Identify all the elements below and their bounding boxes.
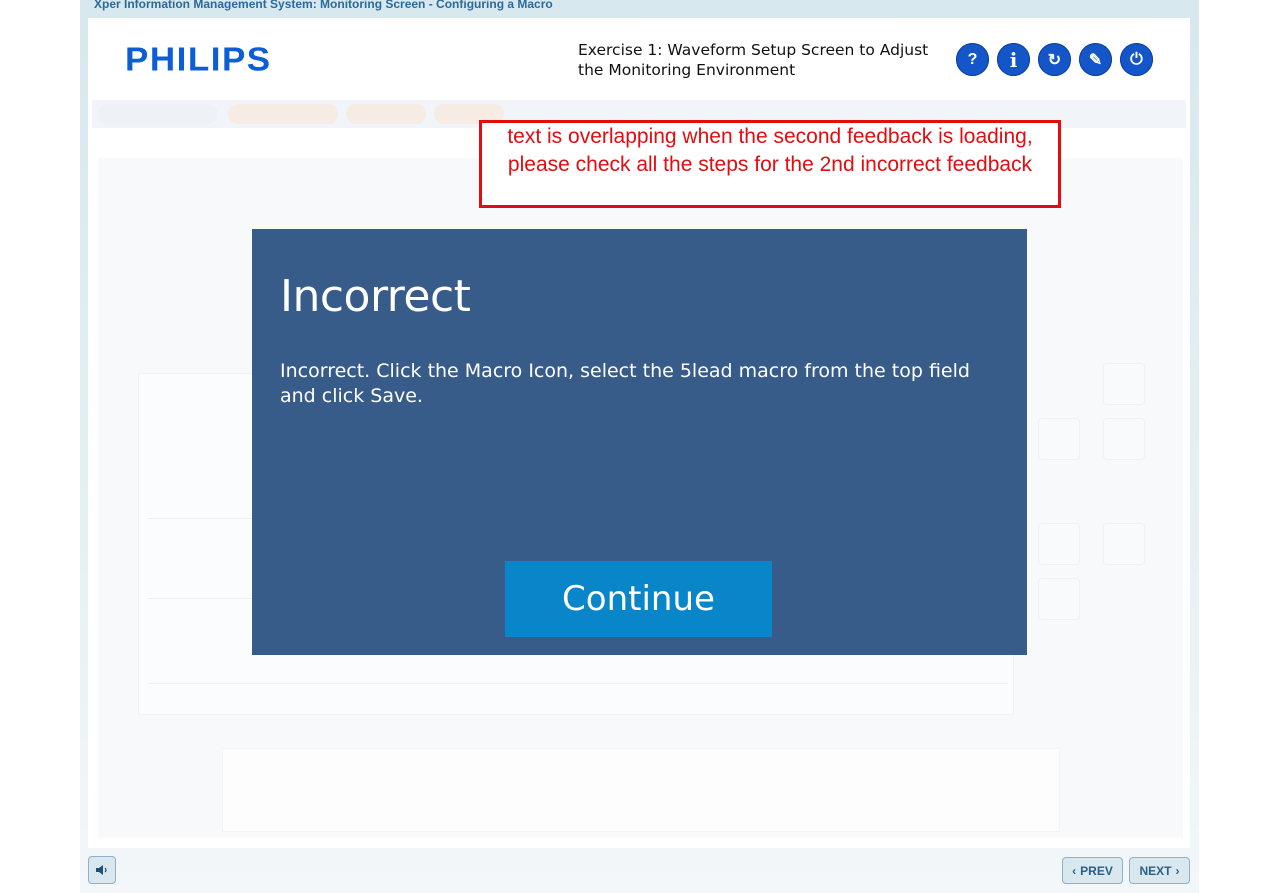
background-line	[148, 683, 1008, 684]
background-icon	[1038, 523, 1080, 565]
background-tab	[98, 104, 218, 124]
prev-button[interactable]: ‹ PREV	[1062, 857, 1123, 884]
exit-button[interactable]: ⏻	[1120, 43, 1153, 76]
pen-icon: ✎	[1088, 51, 1103, 69]
next-label: NEXT	[1139, 863, 1172, 878]
chevron-right-icon: ›	[1175, 863, 1180, 878]
chevron-left-icon: ‹	[1072, 863, 1077, 878]
window-title: Xper Information Management System: Moni…	[94, 0, 553, 11]
replay-button[interactable]: ↻	[1038, 43, 1071, 76]
dialog-title: Incorrect	[280, 271, 471, 322]
background-tab	[346, 104, 426, 124]
review-annotation: text is overlapping when the second feed…	[479, 120, 1061, 208]
background-icon	[1038, 418, 1080, 460]
background-tab	[228, 104, 338, 124]
help-icon: ?	[967, 50, 978, 68]
next-button[interactable]: NEXT ›	[1129, 857, 1190, 884]
background-icon	[1103, 418, 1145, 460]
exercise-title: Exercise 1: Waveform Setup Screen to Adj…	[578, 41, 929, 79]
continue-button[interactable]: Continue	[505, 561, 772, 637]
background-bottom-panel	[222, 748, 1060, 832]
replay-icon: ↻	[1047, 51, 1062, 69]
background-icon	[1103, 363, 1145, 405]
info-icon: i	[1009, 47, 1018, 72]
philips-logo: PHILIPS	[125, 41, 272, 79]
dialog-message: Incorrect. Click the Macro Icon, select …	[280, 360, 970, 407]
feedback-dialog: Incorrect Incorrect. Click the Macro Ico…	[252, 229, 1027, 655]
audio-button[interactable]	[88, 856, 116, 884]
speaker-icon	[96, 865, 107, 875]
help-button[interactable]: ?	[956, 43, 989, 76]
power-icon: ⏻	[1130, 50, 1143, 68]
background-icon	[1038, 578, 1080, 620]
background-icon	[1103, 523, 1145, 565]
pen-button[interactable]: ✎	[1079, 43, 1112, 76]
info-button[interactable]: i	[997, 43, 1030, 76]
prev-label: PREV	[1080, 863, 1113, 878]
